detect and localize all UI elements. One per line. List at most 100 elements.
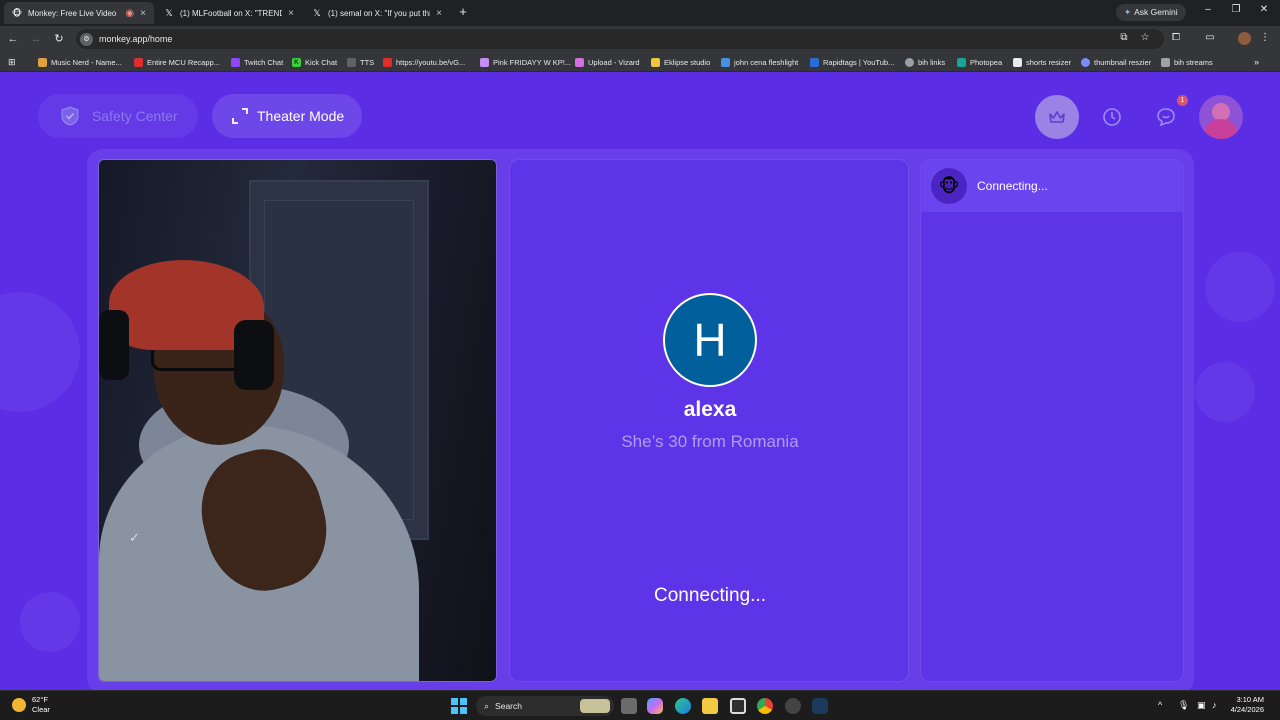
theater-mode-label: Theater Mode	[257, 108, 345, 124]
weather-widget[interactable]: 62°F Clear	[12, 695, 50, 715]
kick-icon: K	[292, 57, 301, 67]
bookmark-6[interactable]: https://youtu.be/vG...	[383, 56, 465, 68]
eklipse-icon	[651, 57, 660, 67]
bookmark-label: Entire MCU Recapp...	[147, 57, 220, 67]
back-button[interactable]: ←	[6, 31, 20, 47]
theater-mode-button[interactable]: Theater Mode	[212, 94, 362, 138]
task-view-icon[interactable]	[621, 698, 637, 714]
bookmark-3[interactable]: Twitch Chat	[231, 56, 283, 68]
apps-icon[interactable]: ⊞	[8, 56, 16, 68]
bookmark-2[interactable]: Entire MCU Recapp...	[134, 56, 220, 68]
tab-semal[interactable]: 𝕏 (1) semal on X: "If you put this ×	[304, 2, 450, 24]
windows-logo-tile	[451, 698, 458, 705]
bookmark-favicon-icon	[1013, 57, 1022, 67]
store-icon[interactable]	[730, 698, 746, 714]
bookmark-13[interactable]: Photopea	[957, 56, 1002, 68]
copilot-icon[interactable]	[647, 698, 663, 714]
reload-button[interactable]: ↻	[52, 31, 66, 47]
file-explorer-icon[interactable]	[702, 698, 718, 714]
bookmark-label: Kick Chat	[305, 57, 338, 67]
side-panel-icon[interactable]: ▭	[1203, 32, 1217, 43]
chrome-icon[interactable]	[757, 698, 773, 714]
bookmark-9[interactable]: Eklipse studio	[651, 56, 710, 68]
monkey-app: Safety Center Theater Mode 1 ✓ H alexa S…	[0, 72, 1280, 690]
microphone-icon[interactable]: 🎙	[1178, 700, 1189, 711]
weather-desc: Clear	[32, 705, 50, 714]
crown-icon	[1049, 111, 1065, 123]
bookmark-label: Twitch Chat	[244, 57, 284, 67]
bookmark-1[interactable]: Music Nerd - Name...	[38, 56, 122, 68]
bookmark-star-icon[interactable]: ☆	[1138, 32, 1152, 43]
avatar-body	[1205, 119, 1237, 139]
bookmark-11[interactable]: Rapidtags | YouTub...	[810, 56, 894, 68]
bookmark-label: Music Nerd - Name...	[51, 57, 122, 67]
safety-center-label: Safety Center	[92, 108, 178, 124]
tts-icon	[347, 57, 356, 67]
tab-mlfootball[interactable]: 𝕏 (1) MLFootball on X: "TRENDIN ×	[156, 2, 302, 24]
tab-close-icon[interactable]: ×	[436, 8, 442, 19]
safety-center-button[interactable]: Safety Center	[38, 94, 198, 138]
more-bookmarks-icon[interactable]: »	[1254, 56, 1259, 68]
bookmark-label: shorts resizer	[1026, 57, 1072, 67]
chat-status-bar: 🐵 Connecting...	[921, 160, 1183, 212]
tray-overflow-icon[interactable]: ^	[1158, 700, 1162, 710]
partner-avatar: H	[663, 293, 757, 387]
partner-name: alexa	[683, 398, 737, 421]
system-clock[interactable]: 3:10 AM 4/24/2026	[1220, 695, 1264, 715]
decorative-blob	[1205, 252, 1275, 322]
weather-temp: 62°F	[32, 695, 48, 704]
site-info-icon[interactable]: ⚙	[80, 32, 93, 46]
edge-icon[interactable]	[675, 698, 691, 714]
connection-status: Connecting...	[654, 585, 766, 606]
cast-icon[interactable]: ⧉	[1117, 32, 1131, 43]
tab-close-icon[interactable]: ×	[288, 8, 294, 19]
forward-button[interactable]: →	[29, 31, 43, 47]
start-button[interactable]	[451, 698, 467, 714]
ask-gemini-button[interactable]: ✦ Ask Gemini	[1116, 4, 1186, 21]
obs-icon[interactable]	[785, 698, 801, 714]
bookmark-8[interactable]: Upload - Vizard	[575, 56, 640, 68]
bookmark-14[interactable]: shorts resizer	[1013, 56, 1071, 68]
monkey-emoji: 🐵	[938, 175, 960, 196]
partner-panel: H alexa She’s 30 from Romania Connecting…	[509, 159, 909, 682]
bookmarks-bar: ⊞ Music Nerd - Name... Entire MCU Recapp…	[0, 52, 1280, 72]
windows-logo-tile	[451, 707, 458, 714]
taskbar-search[interactable]: ⌕ Search	[476, 696, 614, 716]
extensions-icon[interactable]: ⧠	[1169, 32, 1183, 43]
bookmark-label: Pink FRIDAYY W KP!...	[493, 57, 572, 67]
bookmark-15[interactable]: thumbnail reszier	[1081, 56, 1151, 68]
tab-monkey[interactable]: 🐵 Monkey: Free Live Video Ch ◉ ×	[4, 2, 154, 24]
windows-logo-tile	[460, 698, 467, 705]
chat-panel: 🐵 Connecting...	[920, 159, 1184, 682]
bookmark-label: Photopea	[970, 57, 1003, 67]
network-icon[interactable]: ▣	[1197, 700, 1206, 711]
shield-icon	[61, 106, 79, 126]
minimize-button[interactable]: –	[1202, 4, 1214, 15]
maximize-button[interactable]: ❐	[1230, 4, 1242, 15]
new-tab-button[interactable]: +	[456, 4, 470, 20]
bookmark-7[interactable]: Pink FRIDAYY W KP!...	[480, 56, 571, 68]
volume-icon[interactable]: ♪	[1212, 700, 1217, 710]
photopea-icon	[957, 57, 966, 67]
steam-icon[interactable]	[812, 698, 828, 714]
history-button[interactable]	[1090, 95, 1134, 139]
bookmark-5[interactable]: TTS	[347, 56, 374, 68]
x-logo-icon: 𝕏	[313, 7, 321, 18]
premium-button[interactable]	[1035, 95, 1079, 139]
message-count-badge: 1	[1177, 95, 1188, 106]
clock-icon	[1103, 108, 1121, 126]
close-window-button[interactable]: ✕	[1258, 4, 1270, 15]
menu-icon[interactable]: ⋮	[1258, 32, 1272, 43]
rapidtags-icon	[810, 57, 819, 67]
address-bar[interactable]: ⚙ monkey.app/home	[76, 29, 1164, 49]
bookmark-10[interactable]: john cena fleshlight	[721, 56, 798, 68]
profile-avatar[interactable]	[1238, 32, 1251, 45]
bookmark-label: Upload - Vizard	[588, 57, 640, 67]
user-avatar[interactable]	[1199, 95, 1243, 139]
bookmark-4[interactable]: K Kick Chat	[292, 56, 337, 68]
cam-headphone-left	[99, 310, 129, 380]
globe-icon	[905, 57, 914, 67]
bookmark-12[interactable]: bih links	[905, 56, 945, 68]
bookmark-16[interactable]: bih streams	[1161, 56, 1213, 68]
tab-close-icon[interactable]: ×	[140, 8, 146, 19]
